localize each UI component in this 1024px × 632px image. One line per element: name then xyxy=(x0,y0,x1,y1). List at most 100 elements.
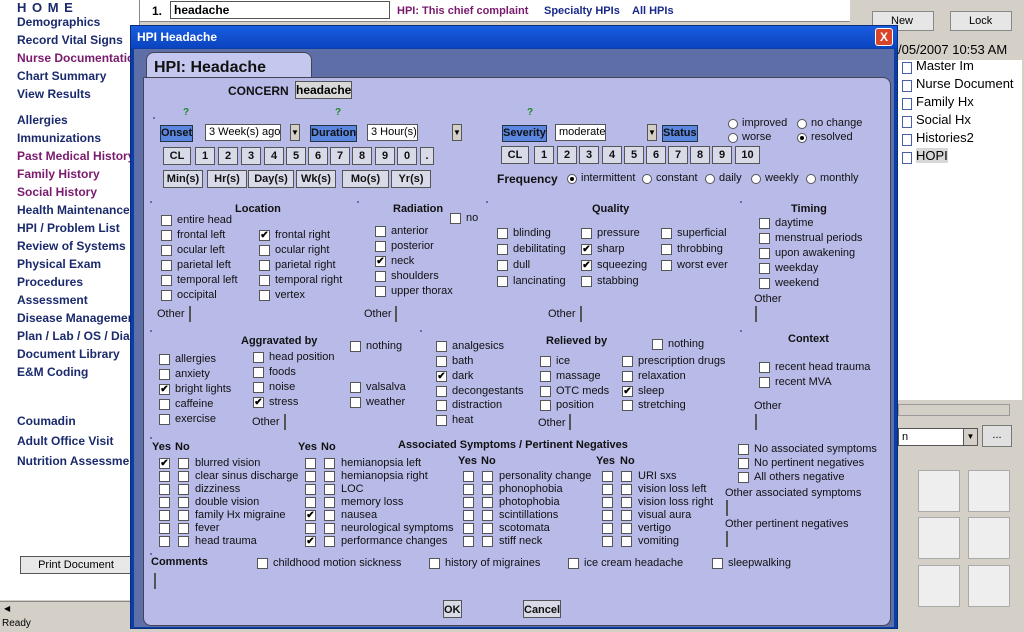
chevron-down-icon[interactable]: ▼ xyxy=(647,124,657,141)
help-icon-0[interactable]: ? xyxy=(183,107,189,118)
unit-day-s[interactable]: Day(s) xyxy=(248,170,294,188)
specialty-hpis-link[interactable]: Specialty HPIs xyxy=(544,5,620,17)
checkbox-quality-superficial[interactable] xyxy=(661,228,672,239)
printer-icon[interactable] xyxy=(918,565,960,607)
radio-status-no-change[interactable] xyxy=(797,119,807,129)
checkbox-assoc-yes-vision-loss-right[interactable] xyxy=(602,497,613,508)
checkbox-location-ocular-right[interactable] xyxy=(259,245,270,256)
checkbox-assoc-yes-blurred-vision[interactable]: ✔ xyxy=(159,458,170,469)
complaint-input[interactable]: headache xyxy=(170,1,390,19)
checkbox-relieved-bath[interactable] xyxy=(436,356,447,367)
nav-nurse-documentation[interactable]: Nurse Documentation xyxy=(17,51,142,65)
checkbox-assoc-yes-personality-change[interactable] xyxy=(463,471,474,482)
checkbox-assoc-yes-dizziness[interactable] xyxy=(159,484,170,495)
checkbox-radiation-anterior[interactable] xyxy=(375,226,386,237)
checkbox-relieved-stretching[interactable] xyxy=(622,400,633,411)
checkbox-assoc-no-family-hx-migraine[interactable] xyxy=(178,510,189,521)
onset-combo[interactable]: 3 Week(s) ago xyxy=(205,124,282,141)
checkbox-quality-lancinating[interactable] xyxy=(497,276,508,287)
checkbox-assoc-yes-photophobia[interactable] xyxy=(463,497,474,508)
checkbox-comments-childhood-motion-sickness[interactable] xyxy=(257,558,268,569)
checkbox-quality-sharp[interactable]: ✔ xyxy=(581,244,592,255)
nav-assessment[interactable]: Assessment xyxy=(17,293,88,307)
checkbox-relieved-position[interactable] xyxy=(540,400,551,411)
numpad-right-9[interactable]: 9 xyxy=(712,146,732,164)
checkbox-assoc-yes-memory-loss[interactable] xyxy=(305,497,316,508)
radiation-other-input[interactable] xyxy=(395,306,397,322)
checkbox-assoc-yes-nausea[interactable]: ✔ xyxy=(305,510,316,521)
nav-family-history[interactable]: Family History xyxy=(17,167,100,181)
checkbox-location-parietal-right[interactable] xyxy=(259,260,270,271)
checkbox-location-frontal-right[interactable]: ✔ xyxy=(259,230,270,241)
checkbox-comments-history-of-migraines[interactable] xyxy=(429,558,440,569)
checkbox-aggravated-allergies[interactable] xyxy=(159,354,170,365)
note-icon[interactable] xyxy=(918,470,960,512)
checkbox-assoc-yes-neurological-symptoms[interactable] xyxy=(305,523,316,534)
checkbox-assoc-yes-visual-aura[interactable] xyxy=(602,510,613,521)
doc-family-hx[interactable]: Family Hx xyxy=(916,94,974,109)
nav-social-history[interactable]: Social History xyxy=(17,185,97,199)
checkbox-relieved-nothing[interactable] xyxy=(652,339,663,350)
checkbox-aggravated-valsalva[interactable] xyxy=(350,382,361,393)
radio-frequency-constant[interactable] xyxy=(642,174,652,184)
checkbox-assoc-yes-stiff-neck[interactable] xyxy=(463,536,474,547)
numpad-right-5[interactable]: 5 xyxy=(624,146,644,164)
checkbox-quality-blinding[interactable] xyxy=(497,228,508,239)
checkbox-aggravated-caffeine[interactable] xyxy=(159,399,170,410)
checkbox-assoc-yes-vertigo[interactable] xyxy=(602,523,613,534)
pdf-icon[interactable] xyxy=(968,470,1010,512)
checkbox-assoc-no-uri-sxs[interactable] xyxy=(621,471,632,482)
numpad-right-10[interactable]: 10 xyxy=(735,146,760,164)
checkbox-location-parietal-left[interactable] xyxy=(161,260,172,271)
print-document-button[interactable]: Print Document xyxy=(20,556,132,574)
checkbox-radiation-neck[interactable]: ✔ xyxy=(375,256,386,267)
checkbox-relieved-otc-meds[interactable] xyxy=(540,386,551,397)
unit-mo-s[interactable]: Mo(s) xyxy=(342,170,389,188)
checkbox-assoc-yes-hemianopsia-left[interactable] xyxy=(305,458,316,469)
checkbox-radiation-shoulders[interactable] xyxy=(375,271,386,282)
checkbox-relieved-ice[interactable] xyxy=(540,356,551,367)
checkbox-assoc-no-dizziness[interactable] xyxy=(178,484,189,495)
nav-health-maintenance[interactable]: Health Maintenance xyxy=(17,203,130,217)
checkbox-assoc-yes-performance-changes[interactable]: ✔ xyxy=(305,536,316,547)
checkbox-timing-daytime[interactable] xyxy=(759,218,770,229)
checkbox-location-entire-head[interactable] xyxy=(161,215,172,226)
checkbox-relieved-heat[interactable] xyxy=(436,415,447,426)
checkbox-radiation-no[interactable] xyxy=(450,213,461,224)
nav-chart-summary[interactable]: Chart Summary xyxy=(17,69,106,83)
ellipsis-button[interactable]: ... xyxy=(982,425,1012,447)
pills-icon[interactable] xyxy=(968,517,1010,559)
checkbox-assoc-no-scotomata[interactable] xyxy=(482,523,493,534)
nav-coumadin[interactable]: Coumadin xyxy=(17,414,76,428)
checkbox-relieved-relaxation[interactable] xyxy=(622,371,633,382)
radio-frequency-monthly[interactable] xyxy=(806,174,816,184)
checkbox-relieved-analgesics[interactable] xyxy=(436,341,447,352)
other-negatives-input[interactable] xyxy=(726,531,728,547)
nav-physical-exam[interactable]: Physical Exam xyxy=(17,257,101,271)
checkbox-assoc-no-clear-sinus-discharge[interactable] xyxy=(178,471,189,482)
all-hpis-link[interactable]: All HPIs xyxy=(632,5,674,17)
relieved-other-input[interactable] xyxy=(569,414,571,430)
help-icon-1[interactable]: ? xyxy=(335,107,341,118)
numpad-right-cl[interactable]: CL xyxy=(501,146,529,164)
checkbox-quality-dull[interactable] xyxy=(497,260,508,271)
checkbox-assoc-no-nausea[interactable] xyxy=(324,510,335,521)
checkbox-location-occipital[interactable] xyxy=(161,290,172,301)
checkbox-timing-weekday[interactable] xyxy=(759,263,770,274)
checkbox-aggravated-head-position[interactable] xyxy=(253,352,264,363)
location-other-input[interactable] xyxy=(189,306,191,322)
doc-master-im[interactable]: Master Im xyxy=(916,58,974,73)
checkbox-assoc-no-phonophobia[interactable] xyxy=(482,484,493,495)
numpad-left-6[interactable]: 6 xyxy=(308,147,328,165)
checkbox-assoc-no-associated-symptoms[interactable] xyxy=(738,444,749,455)
unit-wk-s[interactable]: Wk(s) xyxy=(296,170,336,188)
nav-nutrition-assessment[interactable]: Nutrition Assessment xyxy=(17,454,141,468)
ok-button[interactable]: OK xyxy=(443,600,462,618)
checkbox-assoc-no-vision-loss-left[interactable] xyxy=(621,484,632,495)
radio-status-improved[interactable] xyxy=(728,119,738,129)
comments-input[interactable] xyxy=(154,573,156,589)
checkbox-aggravated-exercise[interactable] xyxy=(159,414,170,425)
doc-hopi[interactable]: HOPI xyxy=(916,148,948,163)
numpad-left-7[interactable]: 7 xyxy=(330,147,350,165)
checkbox-relieved-prescription-drugs[interactable] xyxy=(622,356,633,367)
